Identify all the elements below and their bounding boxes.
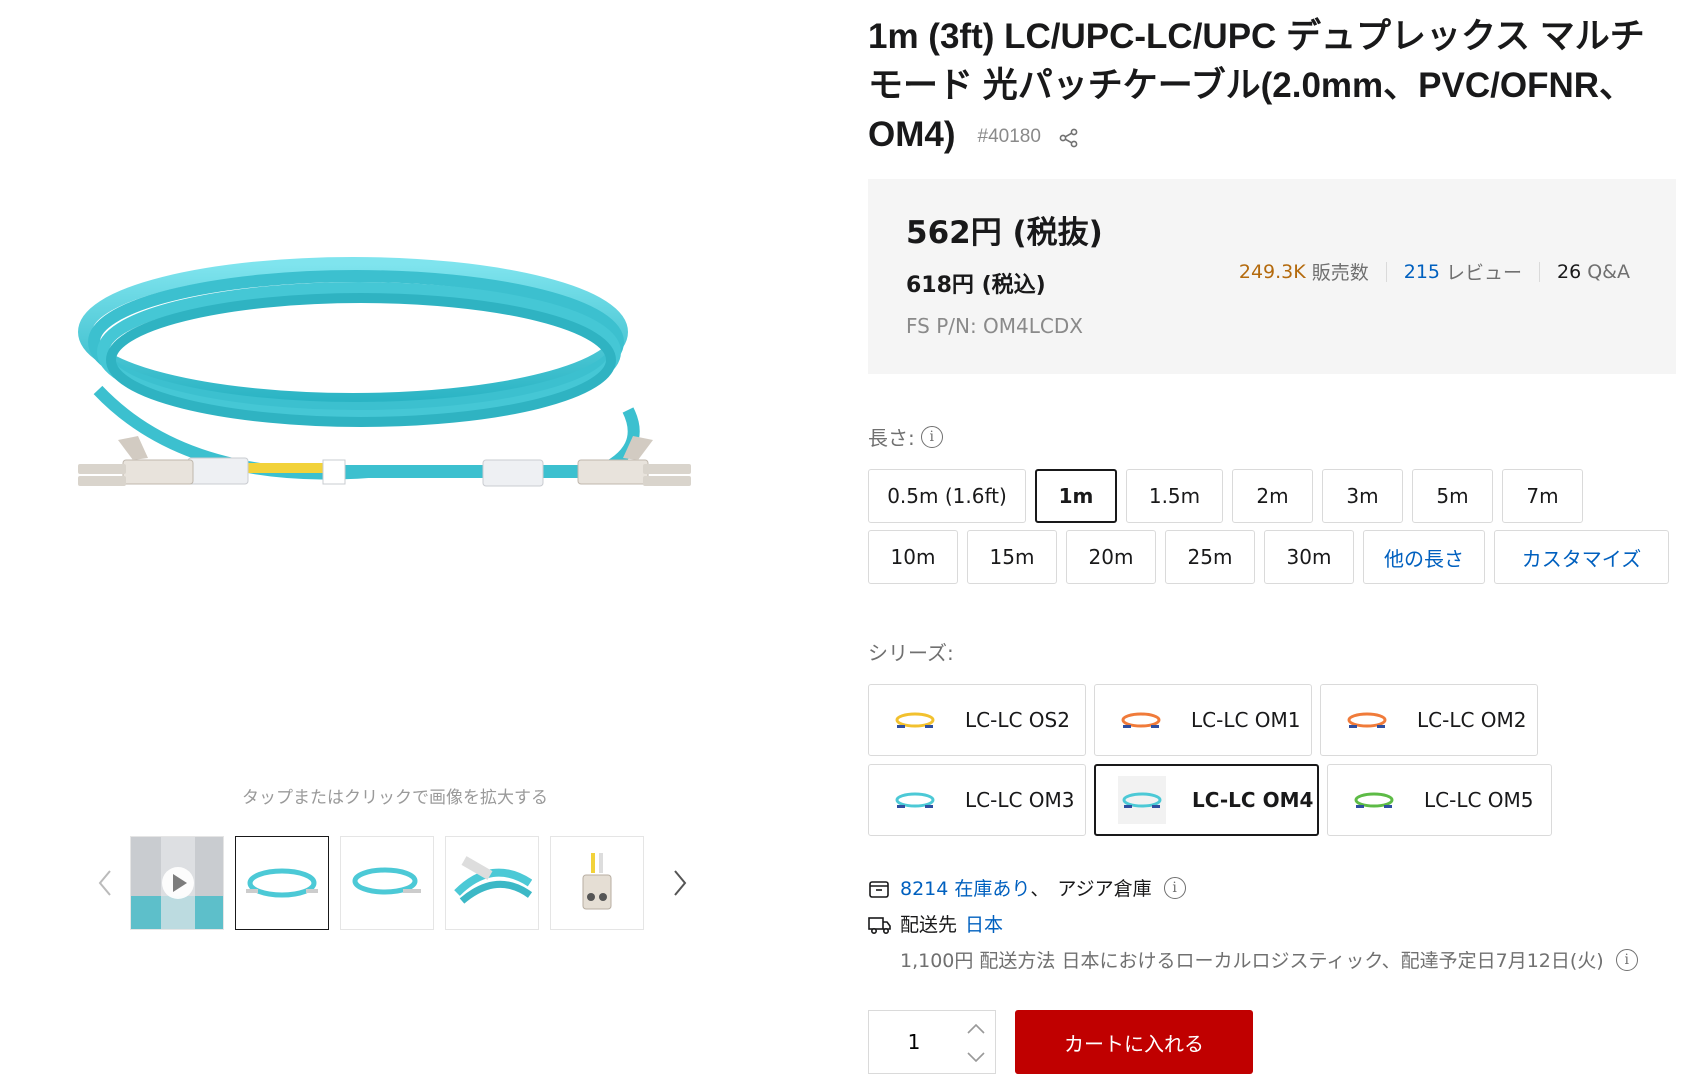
series-option[interactable]: LC-LC OM4 xyxy=(1094,764,1319,837)
series-option[interactable]: LC-LC OS2 xyxy=(868,684,1086,757)
chevron-up-icon xyxy=(967,1024,985,1034)
length-option[interactable]: 15m xyxy=(967,530,1057,585)
length-option[interactable]: カスタマイズ xyxy=(1494,530,1669,585)
info-icon[interactable]: i xyxy=(1163,876,1186,899)
price-excl-tax: 562円 (税抜) xyxy=(906,215,1103,252)
share-icon xyxy=(1059,128,1078,148)
qty-increase-button[interactable] xyxy=(963,1015,989,1043)
prev-thumbnail-button[interactable] xyxy=(90,853,120,913)
warehouse-name: アジア倉庫 xyxy=(1057,878,1152,901)
quantity-stepper xyxy=(868,1010,996,1074)
shipping-detail: 1,100円 配送方法 日本におけるローカルロジスティック、配達予定日7月12日… xyxy=(900,950,1604,973)
series-option-label: LC-LC OS2 xyxy=(965,708,1070,733)
series-options: LC-LC OS2 LC-LC OM1 LC-LC OM2 LC-LC OM3 LC-L… xyxy=(868,684,1678,844)
add-to-cart-button[interactable]: カートに入れる xyxy=(1015,1010,1253,1074)
connector-closeup-icon xyxy=(454,856,532,904)
play-icon xyxy=(131,837,223,929)
series-option[interactable]: LC-LC OM5 xyxy=(1327,764,1552,837)
share-button[interactable] xyxy=(1059,112,1079,161)
qa-label: Q&A xyxy=(1587,260,1630,283)
thumbnail-strip xyxy=(90,836,695,930)
part-number: FS P/N: OM4LCDX xyxy=(906,314,1083,339)
series-option[interactable]: LC-LC OM2 xyxy=(1320,684,1538,757)
reviews-label: レビュー xyxy=(1446,262,1523,285)
sold-count: 249.3K 販売数 xyxy=(1239,258,1369,285)
thumbnail-connector[interactable] xyxy=(445,836,539,930)
product-title: 1m (3ft) LC/UPC-LC/UPC デュプレックス マルチモード 光パ… xyxy=(868,12,1678,161)
series-option[interactable]: LC-LC OM3 xyxy=(868,764,1086,837)
duplex-connector-icon xyxy=(582,853,612,910)
stock-count[interactable]: 8214 在庫あり xyxy=(900,874,1030,901)
product-gallery: タップまたはクリックで画像を拡大する xyxy=(0,0,790,1080)
qa-link[interactable]: 26 Q&A xyxy=(1557,261,1630,283)
series-option-label: LC-LC OM1 xyxy=(1191,708,1301,733)
quantity-input[interactable] xyxy=(869,1030,959,1054)
stock-separator: 、 xyxy=(1030,878,1050,901)
cable-coil-icon xyxy=(891,696,939,744)
product-id: #40180 xyxy=(977,126,1041,148)
fiber-cable-image xyxy=(78,257,691,487)
length-option[interactable]: 10m xyxy=(868,530,958,585)
reviews-number: 215 xyxy=(1403,260,1441,283)
ship-country[interactable]: 日本 xyxy=(965,910,1003,937)
price-box: 562円 (税抜) 618円 (税込) FS P/N: OM4LCDX 249.… xyxy=(868,179,1676,375)
main-product-image[interactable] xyxy=(38,250,738,560)
series-option[interactable]: LC-LC OM1 xyxy=(1094,684,1312,757)
warehouse-icon xyxy=(868,877,892,899)
length-label-text: 長さ: xyxy=(868,426,915,451)
length-option[interactable]: 1m xyxy=(1035,469,1117,524)
stats-divider xyxy=(1539,261,1541,282)
length-option[interactable]: 3m xyxy=(1322,469,1403,524)
product-info: 1m (3ft) LC/UPC-LC/UPC デュプレックス マルチモード 光パ… xyxy=(868,0,1678,973)
thumbnail-coil[interactable] xyxy=(235,836,329,930)
buy-bar: カートに入れる xyxy=(868,1010,1253,1074)
series-option-label: LC-LC OM3 xyxy=(965,788,1075,813)
stats-divider xyxy=(1385,261,1387,282)
cable-coil-icon xyxy=(1117,696,1165,744)
qty-decrease-button[interactable] xyxy=(963,1043,989,1071)
sold-number: 249.3K xyxy=(1238,260,1306,283)
length-option[interactable]: 他の長さ xyxy=(1363,530,1485,585)
ship-label: 配送先 xyxy=(900,914,958,937)
sold-label: 販売数 xyxy=(1311,262,1369,285)
length-options: 0.5m (1.6ft) 1m 1.5m 2m 3m 5m 7m 10m 15m 20m 25m 30… xyxy=(868,469,1678,591)
info-icon[interactable]: i xyxy=(1615,948,1638,971)
chevron-right-icon xyxy=(674,870,687,896)
length-option[interactable]: 1.5m xyxy=(1126,469,1223,524)
chevron-left-icon xyxy=(98,870,111,896)
cable-coil-icon xyxy=(1350,776,1398,824)
length-option[interactable]: 0.5m (1.6ft) xyxy=(868,469,1026,524)
series-label: シリーズ: xyxy=(868,641,954,666)
length-option[interactable]: 20m xyxy=(1066,530,1156,585)
thumbnail-video[interactable] xyxy=(130,836,224,930)
price-incl-tax: 618円 (税込) xyxy=(906,273,1046,299)
cable-coil-icon xyxy=(352,867,421,895)
cable-coil-icon xyxy=(891,776,939,824)
thumbnail-duplex[interactable] xyxy=(550,836,644,930)
product-stats: 249.3K 販売数 215 レビュー 26 Q&A xyxy=(1239,258,1630,285)
length-option[interactable]: 7m xyxy=(1502,469,1583,524)
chevron-down-icon xyxy=(967,1052,985,1062)
series-option-label: LC-LC OM5 xyxy=(1424,788,1534,813)
info-icon[interactable]: i xyxy=(920,425,943,448)
cable-coil-icon xyxy=(246,868,318,898)
length-option[interactable]: 25m xyxy=(1165,530,1255,585)
zoom-hint: タップまたはクリックで画像を拡大する xyxy=(242,788,548,808)
cable-coil-icon xyxy=(1118,776,1166,825)
length-option[interactable]: 2m xyxy=(1232,469,1313,524)
qa-number: 26 xyxy=(1557,260,1582,283)
series-option-label: LC-LC OM4 xyxy=(1192,788,1314,813)
stock-info: 8214 在庫あり 、 アジア倉庫 i 配送先 日本 1,100円 配送方法 日… xyxy=(868,874,1678,973)
next-thumbnail-button[interactable] xyxy=(665,853,695,913)
length-option[interactable]: 5m xyxy=(1412,469,1493,524)
length-option[interactable]: 30m xyxy=(1264,530,1354,585)
reviews-link[interactable]: 215 レビュー xyxy=(1404,258,1522,285)
thumbnail-coil-2[interactable] xyxy=(340,836,434,930)
truck-icon xyxy=(868,913,892,935)
length-label: 長さ: i xyxy=(868,422,1678,451)
cable-coil-icon xyxy=(1343,696,1391,744)
series-option-label: LC-LC OM2 xyxy=(1417,708,1527,733)
